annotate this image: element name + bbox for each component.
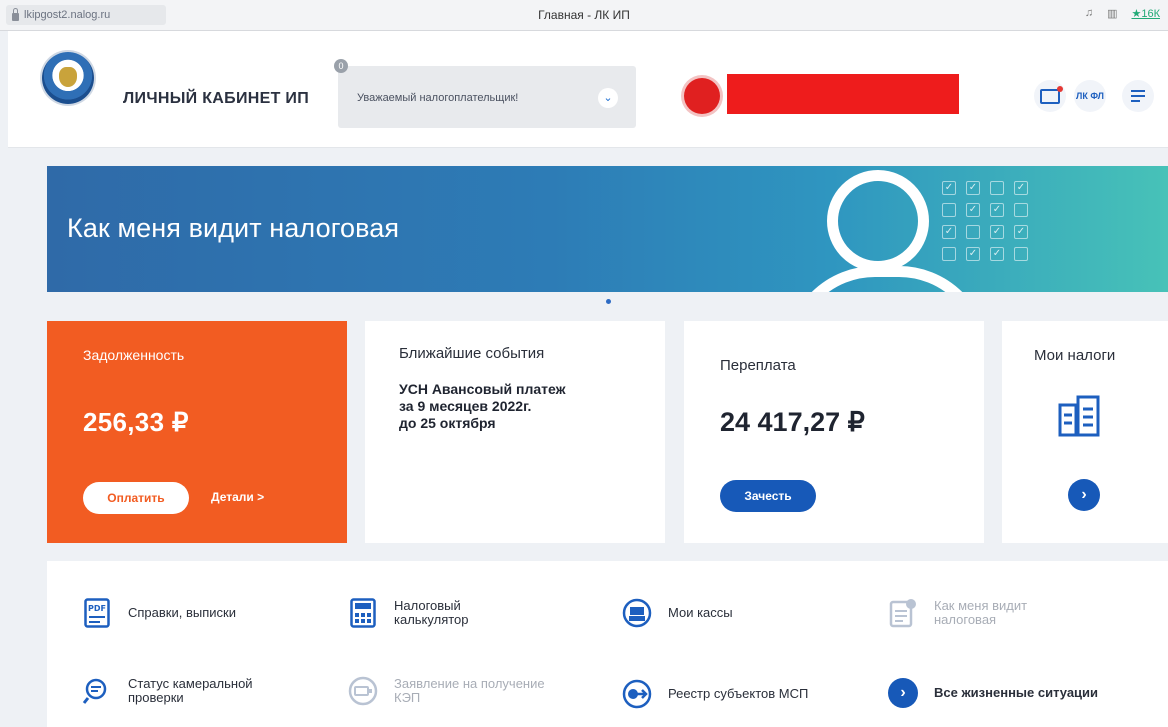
user-avatar[interactable] <box>684 78 720 114</box>
chevron-down-icon[interactable]: ⌄ <box>598 88 618 108</box>
notice-count-badge: 0 <box>334 59 348 73</box>
registry-arrow-icon <box>622 679 652 709</box>
service-label: Справки, выписки <box>128 605 236 620</box>
tab-title: Главная - ЛК ИП <box>538 8 630 22</box>
service-label: Мои кассы <box>668 605 733 620</box>
service-label-line-1: Статус камеральной <box>128 676 253 691</box>
debt-amount: 256,33 ₽ <box>83 407 189 437</box>
mail-icon <box>1040 85 1063 104</box>
service-sme-registry[interactable]: Реестр субъектов МСП <box>622 679 808 709</box>
tax-documents-icon <box>1058 395 1100 437</box>
magnifier-icon <box>82 676 112 706</box>
service-tax-view[interactable]: Как меня видит налоговая <box>888 598 1027 628</box>
service-label: Реестр субъектов МСП <box>668 686 809 701</box>
pdf-document-icon: PDF <box>82 598 112 628</box>
offset-button[interactable]: Зачесть <box>720 480 816 512</box>
event-description: УСН Авансовый платеж за 9 месяцев 2022г.… <box>399 381 566 432</box>
service-label-line-2: калькулятор <box>394 612 469 627</box>
service-tax-calculator[interactable]: Налоговый калькулятор <box>348 598 469 628</box>
my-taxes-label: Мои налоги <box>1034 347 1116 364</box>
service-label-line-1: Заявление на получение <box>394 676 545 691</box>
service-kep-request[interactable]: Заявление на получение КЭП <box>348 676 545 706</box>
event-line-2: за 9 месяцев 2022г. <box>399 398 532 414</box>
hamburger-icon <box>1131 87 1145 105</box>
details-link[interactable]: Детали > <box>211 490 264 504</box>
service-label-line-2: проверки <box>128 690 184 705</box>
service-label: Все жизненные ситуации <box>934 685 1099 700</box>
overpayment-card: Переплата 24 417,27 ₽ Зачесть <box>684 321 984 543</box>
reader-icon[interactable]: ▥ <box>1107 7 1117 20</box>
event-line-1: УСН Авансовый платеж <box>399 381 566 397</box>
overpayment-amount: 24 417,27 ₽ <box>720 407 865 437</box>
debt-label: Задолженность <box>83 347 185 363</box>
my-taxes-card[interactable]: Мои налоги › <box>1002 321 1168 543</box>
service-label-line-1: Налоговый <box>394 598 461 613</box>
service-label-line-2: КЭП <box>394 690 421 705</box>
pay-button[interactable]: Оплатить <box>83 482 189 514</box>
bookmark-star-icon[interactable]: ★16К <box>1131 7 1160 20</box>
upcoming-events-card[interactable]: Ближайшие события УСН Авансовый платеж з… <box>365 321 665 543</box>
service-label: Как меня видит налоговая <box>934 599 1027 627</box>
messages-button[interactable] <box>1034 80 1066 112</box>
cash-register-icon <box>622 598 652 628</box>
menu-button[interactable] <box>1122 80 1154 112</box>
usb-token-icon <box>348 676 378 706</box>
notice-text: Уважаемый налогоплательщик! <box>357 92 519 104</box>
service-all-situations[interactable]: › Все жизненные ситуации <box>888 678 1098 708</box>
overpayment-label: Переплата <box>720 357 796 374</box>
fns-emblem-logo[interactable] <box>42 52 94 104</box>
person-body-icon <box>785 266 989 292</box>
banner-title: Как меня видит налоговая <box>67 213 400 243</box>
service-label: Заявление на получение КЭП <box>394 677 545 705</box>
checklist-grid-icon: ✓ ✓ ✓ ✓ ✓ ✓ ✓ ✓ ✓ ✓ <box>942 181 1028 261</box>
person-head-icon <box>827 170 929 272</box>
browser-toolbar: lkipgost2.nalog.ru Главная - ЛК ИП ♫ ▥ ★… <box>0 0 1168 31</box>
service-label: Статус камеральной проверки <box>128 677 253 705</box>
clipboard-check-icon <box>888 598 918 628</box>
debt-card: Задолженность 256,33 ₽ Оплатить Детали > <box>47 321 347 543</box>
service-label-line-1: Как меня видит <box>934 598 1028 613</box>
redacted-user-name <box>727 74 959 114</box>
calculator-icon <box>348 598 378 628</box>
browser-actions: ♫ ▥ ★16К <box>1085 7 1160 20</box>
service-label: Налоговый калькулятор <box>394 599 469 627</box>
events-label: Ближайшие события <box>399 345 545 362</box>
carousel-dot[interactable] <box>606 299 611 304</box>
personal-cabinet-fl-button[interactable]: ЛК ФЛ <box>1074 80 1106 112</box>
service-cash-registers[interactable]: Мои кассы <box>622 598 733 628</box>
headphones-icon[interactable]: ♫ <box>1085 7 1093 20</box>
service-label-line-2: налоговая <box>934 612 997 627</box>
service-certificates[interactable]: PDF Справки, выписки <box>82 598 236 628</box>
event-line-3: до 25 октября <box>399 415 496 431</box>
my-taxes-arrow-button[interactable]: › <box>1068 479 1100 511</box>
service-audit-status[interactable]: Статус камеральной проверки <box>82 676 253 706</box>
promo-banner[interactable]: Как меня видит налоговая ✓ ✓ ✓ ✓ ✓ ✓ ✓ ✓ ✓ ✓ <box>47 166 1168 292</box>
svg-text:PDF: PDF <box>88 604 106 613</box>
chevron-right-icon: › <box>888 678 918 708</box>
cabinet-title[interactable]: ЛИЧНЫЙ КАБИНЕТ ИП <box>123 90 309 108</box>
